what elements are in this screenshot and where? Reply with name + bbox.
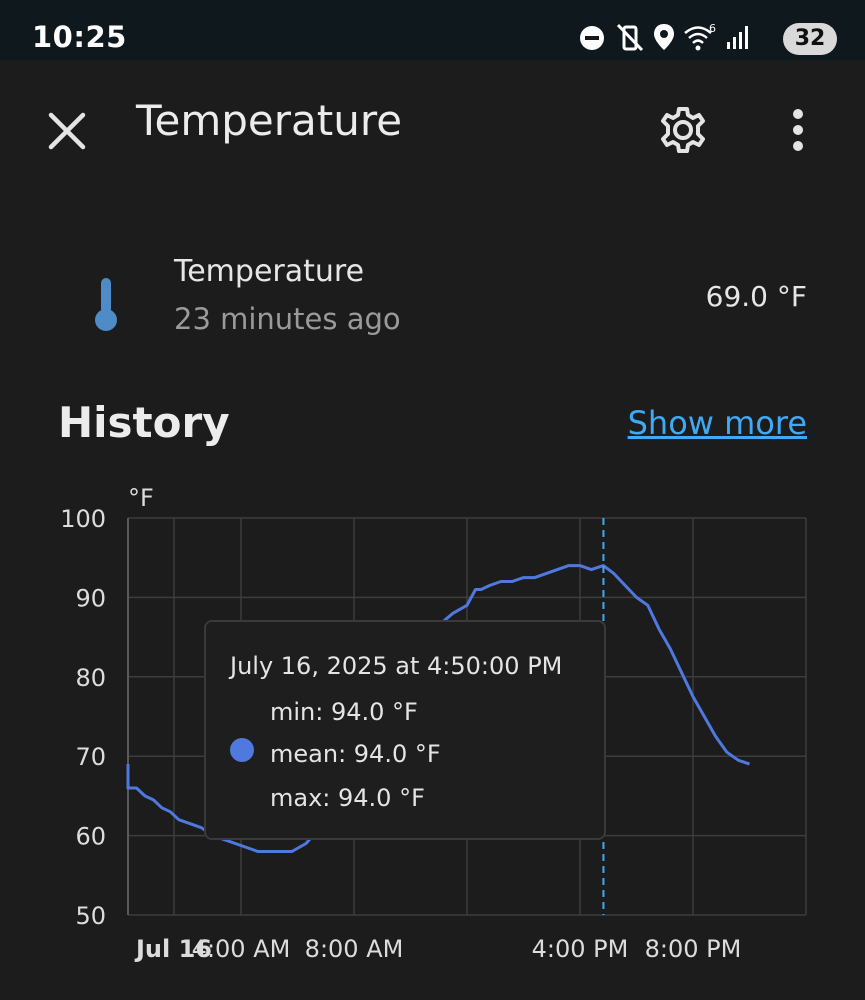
more-vertical-icon	[793, 109, 803, 151]
gear-icon	[661, 107, 705, 153]
x-tick-label: 8:00 PM	[645, 935, 742, 963]
chart-tooltip: July 16, 2025 at 4:50:00 PM min: 94.0 °F…	[204, 620, 606, 840]
tooltip-max: max: 94.0 °F	[270, 784, 425, 812]
y-tick-label: 80	[75, 664, 106, 692]
y-tick-label: 100	[60, 505, 106, 533]
close-button[interactable]	[42, 106, 92, 156]
y-axis-unit-label: °F	[128, 484, 154, 512]
entity-value: 69.0 °F	[705, 280, 807, 313]
tooltip-date: July 16, 2025 at 4:50:00 PM	[230, 652, 563, 680]
do-not-disturb-icon	[580, 26, 604, 50]
more-options-button[interactable]	[776, 104, 820, 156]
y-tick-label: 50	[75, 902, 106, 930]
y-axis-ticks: 50 60 70 80 90 100	[60, 505, 106, 930]
y-tick-label: 90	[75, 584, 106, 612]
page-title: Temperature	[136, 96, 403, 145]
x-axis-ticks: Jul 164:00 AM 8:00 AM 4:00 PM 8:00 PM	[134, 935, 741, 963]
entity-last-changed: 23 minutes ago	[174, 302, 401, 336]
vibrate-off-icon	[616, 23, 644, 52]
y-tick-label: 70	[75, 743, 106, 771]
thermometer-icon	[95, 278, 117, 331]
settings-button[interactable]	[655, 102, 711, 158]
entity-name: Temperature	[174, 254, 365, 289]
status-time: 10:25	[32, 20, 127, 54]
svg-text:6: 6	[709, 22, 716, 35]
status-bar: 10:25 6 32	[0, 0, 865, 60]
battery-indicator: 32	[783, 23, 837, 55]
x-tick-label: 8:00 AM	[305, 935, 404, 963]
status-icons: 6 32	[577, 22, 837, 56]
x-tick-label: 4:00 AM	[192, 935, 291, 963]
entity-row: Temperature 23 minutes ago 69.0 °F	[0, 240, 865, 350]
location-icon	[654, 24, 674, 50]
history-title: History	[58, 398, 230, 447]
show-more-link[interactable]: Show more	[628, 404, 807, 442]
y-tick-label: 60	[75, 823, 106, 851]
tooltip-min: min: 94.0 °F	[270, 698, 418, 726]
tooltip-mean: mean: 94.0 °F	[270, 740, 441, 768]
x-tick-label: 4:00 PM	[532, 935, 629, 963]
app-bar: Temperature	[0, 60, 865, 190]
tooltip-series-dot	[230, 738, 254, 762]
signal-icon	[727, 26, 748, 49]
close-icon	[48, 112, 86, 150]
wifi-6-icon: 6	[684, 22, 716, 51]
